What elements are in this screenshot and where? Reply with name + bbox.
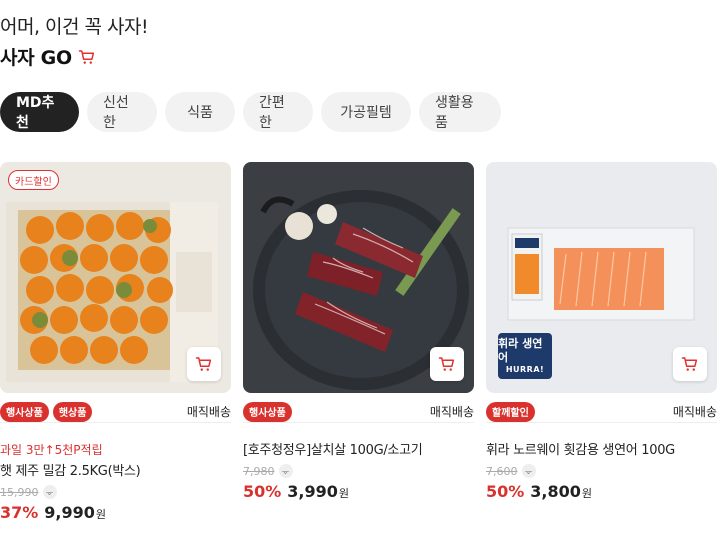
- tab-md-recommend[interactable]: MD추천: [0, 92, 79, 132]
- product-image-salmon[interactable]: 휘라 생연어 HURRA!: [486, 162, 717, 393]
- product-card[interactable]: 카드할인 행사상품 햇상품 매직배송 과일 3만↑5천P적립 햇 제주 밀감 2…: [0, 162, 231, 522]
- original-price: 7,600 ⌄: [486, 464, 717, 478]
- chevron-down-icon[interactable]: ⌄: [42, 485, 57, 499]
- tag-new: 햇상품: [52, 401, 93, 422]
- cart-icon: [78, 49, 94, 64]
- section-title-text: 사자 GO: [0, 47, 72, 69]
- original-price-value: 7,600: [486, 464, 518, 478]
- brand-overlay-label: 휘라 생연어 HURRA!: [498, 333, 552, 379]
- promo-text: 과일 3만↑5천P적립: [0, 443, 103, 457]
- chevron-down-icon[interactable]: ⌄: [278, 464, 293, 478]
- delivery-type: 매직배송: [429, 405, 474, 419]
- chevron-down-icon[interactable]: ⌄: [521, 464, 536, 478]
- product-name[interactable]: 휘라 노르웨이 횟감용 생연어 100G: [486, 439, 717, 458]
- product-tags-row: 행사상품 매직배송: [243, 401, 474, 423]
- cart-icon: [438, 357, 455, 371]
- product-tags-row: 행사상품 햇상품 매직배송: [0, 401, 231, 423]
- price-row: 50% 3,990원: [243, 482, 474, 501]
- delivery-type: 매직배송: [186, 405, 231, 419]
- product-card[interactable]: 휘라 생연어 HURRA! 할께할인 매직배송 휘라 노르웨이 횟감용 생연어 …: [486, 162, 717, 501]
- sale-price: 3,990원: [287, 482, 349, 501]
- sale-price: 3,800원: [530, 482, 592, 501]
- sale-price-value: 9,990: [44, 503, 95, 522]
- discount-rate: 50%: [486, 482, 525, 501]
- section-subtitle: 어머, 이건 꼭 사자!: [0, 16, 149, 38]
- currency-unit: 원: [338, 487, 350, 500]
- tab-household[interactable]: 생활용품: [419, 92, 501, 132]
- discount-rate: 37%: [0, 503, 39, 522]
- brand-overlay-title: 휘라 생연어: [498, 336, 543, 364]
- original-price: 7,980 ⌄: [243, 464, 474, 478]
- tag-together-discount: 할께할인: [486, 401, 535, 422]
- tab-convenient[interactable]: 간편한: [243, 92, 313, 132]
- product-tags-row: 할께할인 매직배송: [486, 401, 717, 423]
- section-title: 사자 GO: [0, 43, 148, 70]
- product-name[interactable]: 햇 제주 밀감 2.5KG(박스): [0, 460, 231, 479]
- product-name[interactable]: [호주청정우]살치살 100G/소고기: [243, 439, 474, 458]
- delivery-type: 매직배송: [672, 405, 717, 419]
- sale-price: 9,990원: [44, 503, 106, 522]
- discount-rate: 50%: [243, 482, 282, 501]
- tag-event: 행사상품: [0, 401, 49, 422]
- cart-icon: [681, 357, 698, 371]
- tab-processed[interactable]: 가공필템: [321, 92, 411, 132]
- category-tabs: MD추천 신선한 식품 간편한 가공필템 생활용품: [0, 92, 501, 132]
- original-price-value: 15,990: [0, 485, 39, 499]
- section-header: 어머, 이건 꼭 사자! 사자 GO: [0, 12, 149, 70]
- currency-unit: 원: [95, 508, 107, 521]
- price-row: 50% 3,800원: [486, 482, 717, 501]
- currency-unit: 원: [581, 487, 593, 500]
- sale-price-value: 3,990: [287, 482, 338, 501]
- tab-food[interactable]: 식품: [165, 92, 235, 132]
- product-card[interactable]: 행사상품 매직배송 [호주청정우]살치살 100G/소고기 7,980 ⌄ 50…: [243, 162, 474, 501]
- add-to-cart-button[interactable]: [187, 347, 221, 381]
- add-to-cart-button[interactable]: [673, 347, 707, 381]
- add-to-cart-button[interactable]: [430, 347, 464, 381]
- cart-icon: [195, 357, 212, 371]
- brand-overlay-sub: HURRA!: [505, 365, 545, 375]
- sale-price-value: 3,800: [530, 482, 581, 501]
- product-image-beef[interactable]: [243, 162, 474, 393]
- tab-fresh[interactable]: 신선한: [87, 92, 157, 132]
- price-row: 37% 9,990원: [0, 503, 231, 522]
- tag-event: 행사상품: [243, 401, 292, 422]
- card-discount-badge: 카드할인: [8, 170, 59, 190]
- original-price-value: 7,980: [243, 464, 275, 478]
- product-image-tangerines[interactable]: 카드할인: [0, 162, 231, 393]
- original-price: 15,990 ⌄: [0, 485, 231, 499]
